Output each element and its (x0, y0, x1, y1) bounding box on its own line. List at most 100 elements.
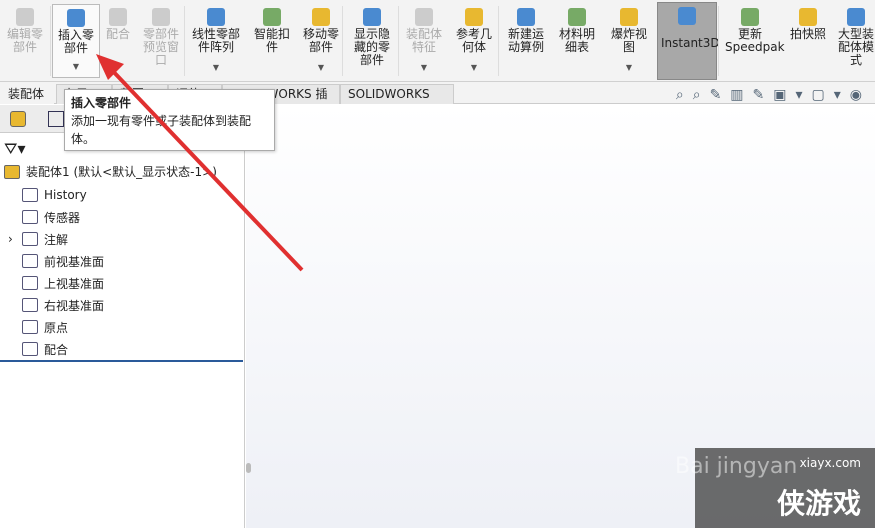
ribbon-button-icon (207, 8, 225, 26)
ribbon-button-5[interactable]: 智能扣件 (248, 4, 296, 78)
assembly-icon (4, 164, 20, 179)
tree-item-icon (22, 210, 38, 224)
dropdown-arrow-icon[interactable]: ▼ (450, 61, 498, 74)
filter-icon[interactable]: ⛛▾ (4, 139, 25, 159)
tree-item-label: 配合 (44, 342, 69, 357)
ribbon-button-icon (678, 7, 696, 25)
ribbon-button-8[interactable]: 装配体特征 ▼ (400, 4, 448, 78)
tree-root[interactable]: 装配体1 (默认<默认_显示状态-1>) (4, 163, 217, 180)
ribbon-button-icon (517, 8, 535, 26)
ribbon-button-icon (415, 8, 433, 26)
dropdown-arrow-icon[interactable]: ▼ (186, 61, 246, 74)
tree-item-label: 注解 (44, 232, 69, 247)
dropdown-arrow-icon[interactable]: ▼ (604, 61, 654, 74)
tree-item[interactable]: History (22, 185, 87, 205)
ribbon-button-icon (152, 8, 170, 26)
ribbon-separator (50, 6, 51, 76)
ribbon-button-11[interactable]: 材料明细表 (552, 4, 602, 78)
ribbon-button-icon (799, 8, 817, 26)
tree-item-label: 原点 (44, 320, 69, 335)
tree-item[interactable]: 上视基准面 (22, 273, 104, 293)
ribbon-button-13[interactable]: Instant3D (657, 2, 720, 80)
ribbon-button-icon (109, 8, 127, 26)
tree-item-label: 传感器 (44, 210, 81, 225)
ribbon-button-label: 更新Speedpak (725, 27, 785, 54)
ribbon-button-label: 参考几何体 (455, 27, 492, 54)
tab-0[interactable]: 装配体 (0, 84, 54, 104)
tree-item[interactable]: 原点 (22, 317, 68, 337)
ribbon-button-10[interactable]: 新建运动算例 (500, 4, 552, 78)
ribbon-button-2[interactable]: 配合 (102, 4, 134, 78)
tree-item-label: 右视基准面 (44, 298, 105, 313)
tree-item[interactable]: 传感器 (22, 207, 80, 227)
tree-item-icon (22, 298, 38, 312)
ribbon-button-label: 拍快照 (789, 27, 826, 41)
ribbon-button-label: 大型装配体模式 (837, 27, 874, 67)
tree-item-icon (22, 320, 38, 334)
tree-item-label: History (44, 188, 87, 202)
ribbon-separator (184, 6, 185, 76)
ribbon-separator (718, 6, 719, 76)
ribbon-button-icon (847, 8, 865, 26)
ribbon-button-icon (67, 9, 85, 27)
ribbon-button-icon (741, 8, 759, 26)
ribbon-button-9[interactable]: 参考几何体 ▼ (450, 4, 498, 78)
ribbon-button-7[interactable]: 显示隐藏的零部件 (346, 4, 398, 78)
feature-manager-panel: ⛛▾ 装配体1 (默认<默认_显示状态-1>) History 传感器 › 注解前视基… (0, 105, 245, 528)
ribbon-button-1[interactable]: 插入零部件 ▼ (52, 4, 100, 78)
tree-item-label: 前视基准面 (44, 254, 105, 269)
tree-item-label: 上视基准面 (44, 276, 105, 291)
tree-item[interactable]: 前视基准面 (22, 251, 104, 271)
ribbon-button-label: 装配体特征 (405, 27, 442, 54)
ribbon-button-label: 智能扣件 (253, 27, 290, 54)
tree-item[interactable]: 右视基准面 (22, 295, 104, 315)
ribbon-button-icon (363, 8, 381, 26)
watermark-brand: 侠游戏 (776, 487, 861, 520)
watermark-site: xiayx.com (799, 456, 861, 470)
ribbon-button-12[interactable]: 爆炸视图 ▼ (604, 4, 654, 78)
ribbon-button-icon (312, 8, 330, 26)
tree-item[interactable]: › 注解 (8, 229, 69, 249)
panel-splitter-handle[interactable] (246, 463, 251, 473)
ribbon-button-label: 线性零部件阵列 (191, 27, 240, 54)
tree-root-label: 装配体1 (默认<默认_显示状态-1>) (26, 165, 217, 179)
dropdown-arrow-icon[interactable]: ▼ (400, 61, 448, 74)
ribbon-button-3[interactable]: 零部件预览窗口 (136, 4, 186, 78)
ribbon-button-icon (568, 8, 586, 26)
feature-tree-tab-icon[interactable] (10, 111, 26, 127)
property-tab-icon[interactable] (48, 111, 64, 127)
tab-5[interactable]: SOLIDWORKS MBD (340, 84, 454, 119)
ribbon-button-icon (16, 8, 34, 26)
ribbon-separator (342, 6, 343, 76)
ribbon-separator (498, 6, 499, 76)
ribbon-button-label: Instant3D (661, 36, 720, 50)
ribbon-button-0[interactable]: 编辑零部件 (0, 4, 50, 78)
tree-item-icon (22, 342, 38, 356)
ribbon-button-label: 新建运动算例 (507, 27, 544, 54)
ribbon-separator (398, 6, 399, 76)
ribbon-button-label: 编辑零部件 (6, 27, 43, 54)
tooltip: 插入零部件 添加一现有零件或子装配体到装配体。 (64, 89, 275, 151)
tree-item-icon (22, 232, 38, 246)
expand-icon[interactable]: › (8, 232, 13, 246)
dropdown-arrow-icon[interactable]: ▼ (298, 61, 344, 74)
ribbon-button-label: 配合 (105, 27, 130, 41)
tree-end-bar (0, 360, 243, 362)
tree-item[interactable]: 配合 (22, 339, 68, 359)
ribbon-button-16[interactable]: 大型装配体模式 (834, 4, 875, 78)
watermark: Bai jingyan xiayx.com 侠游戏 (675, 448, 875, 528)
ribbon-button-6[interactable]: 移动零部件 ▼ (298, 4, 344, 78)
ribbon-button-14[interactable]: 更新Speedpak (722, 4, 785, 78)
command-manager-ribbon: 编辑零部件 插入零部件 ▼ 配合 零部件预览窗口 线性零部件阵列 ▼ 智能扣件 移动零部件 ▼ 显示… (0, 0, 875, 82)
ribbon-button-15[interactable]: 拍快照 (782, 4, 834, 78)
ribbon-button-label: 爆炸视图 (610, 27, 647, 54)
dropdown-arrow-icon[interactable]: ▼ (53, 60, 99, 73)
ribbon-button-icon (620, 8, 638, 26)
ribbon-button-label: 材料明细表 (558, 27, 595, 54)
ribbon-button-label: 移动零部件 (302, 27, 339, 54)
tree-item-icon (22, 254, 38, 268)
ribbon-button-icon (465, 8, 483, 26)
tooltip-title: 插入零部件 (71, 96, 132, 110)
ribbon-button-4[interactable]: 线性零部件阵列 ▼ (186, 4, 246, 78)
tree-item-icon (22, 276, 38, 290)
